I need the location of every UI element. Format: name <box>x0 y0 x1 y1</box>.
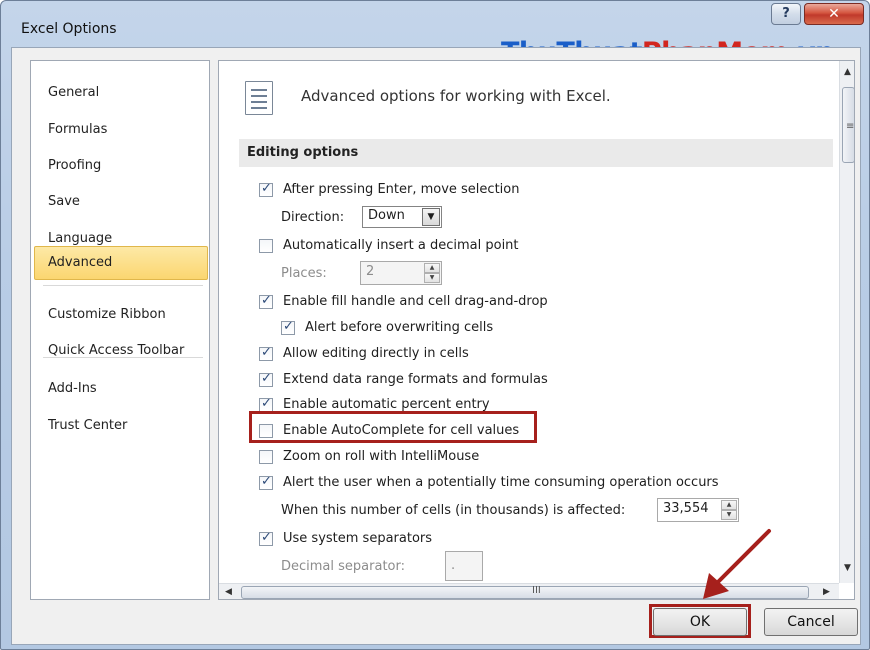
nav-item-quick-access-toolbar[interactable]: Quick Access Toolbar <box>31 335 209 367</box>
cells-threshold-label: When this number of cells (in thousands)… <box>281 503 626 518</box>
vertical-scrollbar[interactable]: ▲ ≡ ▼ <box>839 61 855 583</box>
extend-formats-label: Extend data range formats and formulas <box>283 372 548 387</box>
decimal-separator-value: . <box>451 558 456 573</box>
options-navigation: General Formulas Proofing Save Language … <box>30 60 210 600</box>
places-value: 2 <box>366 264 375 279</box>
alert-time-checkbox[interactable] <box>259 474 273 490</box>
autocomplete-checkbox[interactable] <box>259 424 273 438</box>
fill-handle-label: Enable fill handle and cell drag-and-dro… <box>283 294 548 309</box>
places-label: Places: <box>281 266 327 281</box>
excel-options-window: Excel Options ? ✕ ThuThuatPhanMem.vn Gen… <box>0 0 870 650</box>
document-list-icon <box>245 81 273 115</box>
advanced-options-panel: Advanced options for working with Excel.… <box>218 60 855 600</box>
edit-in-cells-checkbox[interactable] <box>259 345 273 361</box>
chevron-down-icon[interactable]: ▼ <box>422 208 440 226</box>
zoom-roll-checkbox[interactable] <box>259 450 273 464</box>
nav-item-formulas[interactable]: Formulas <box>31 114 209 146</box>
alert-overwrite-label: Alert before overwriting cells <box>305 320 494 335</box>
scroll-left-icon[interactable]: ◀ <box>225 587 232 597</box>
scroll-grip-icon: ≡ <box>846 121 855 132</box>
after-enter-checkbox[interactable] <box>259 181 273 197</box>
system-separators-label: Use system separators <box>283 531 433 546</box>
stepper-down-icon[interactable]: ▼ <box>721 510 737 520</box>
stepper-down-icon[interactable]: ▼ <box>424 273 440 283</box>
section-header-editing-options: Editing options <box>239 139 833 167</box>
nav-item-advanced[interactable]: Advanced <box>34 246 208 280</box>
zoom-roll-label: Zoom on roll with IntelliMouse <box>283 449 480 464</box>
extend-formats-checkbox[interactable] <box>259 371 273 387</box>
places-stepper[interactable]: 2 ▲ ▼ <box>360 261 442 285</box>
alert-overwrite-checkbox[interactable] <box>281 319 295 335</box>
after-enter-label: After pressing Enter, move selection <box>283 182 520 197</box>
nav-item-proofing[interactable]: Proofing <box>31 150 209 182</box>
alert-time-label: Alert the user when a potentially time c… <box>283 475 719 490</box>
scroll-down-icon[interactable]: ▼ <box>844 563 851 573</box>
cells-threshold-stepper[interactable]: 33,554 ▲ ▼ <box>657 498 739 522</box>
vertical-scroll-thumb[interactable]: ≡ <box>842 87 855 163</box>
decimal-separator-input[interactable]: . <box>445 551 483 581</box>
system-separators-checkbox[interactable] <box>259 530 273 546</box>
nav-item-save[interactable]: Save <box>31 186 209 218</box>
edit-in-cells-label: Allow editing directly in cells <box>283 346 469 361</box>
window-title: Excel Options <box>21 21 117 37</box>
cancel-button[interactable]: Cancel <box>764 608 858 636</box>
auto-decimal-checkbox[interactable] <box>259 239 273 253</box>
scroll-right-icon[interactable]: ▶ <box>823 587 830 597</box>
annotation-arrow-icon <box>703 529 771 599</box>
nav-separator <box>43 357 203 358</box>
nav-item-general[interactable]: General <box>31 77 209 109</box>
help-button[interactable]: ? <box>771 3 801 25</box>
scroll-up-icon[interactable]: ▲ <box>844 67 851 77</box>
stepper-up-icon[interactable]: ▲ <box>424 263 440 273</box>
close-button[interactable]: ✕ <box>804 3 864 25</box>
decimal-separator-label: Decimal separator: <box>281 559 405 574</box>
cells-threshold-value: 33,554 <box>663 501 709 516</box>
direction-select[interactable]: Down ▼ <box>362 206 442 228</box>
autocomplete-label: Enable AutoComplete for cell values <box>283 423 520 438</box>
scroll-grip-icon: III <box>532 585 541 596</box>
auto-decimal-label: Automatically insert a decimal point <box>283 238 519 253</box>
nav-item-customize-ribbon[interactable]: Customize Ribbon <box>31 299 209 331</box>
auto-percent-checkbox[interactable] <box>259 396 273 412</box>
direction-value: Down <box>368 208 405 223</box>
stepper-up-icon[interactable]: ▲ <box>721 500 737 510</box>
ok-button[interactable]: OK <box>653 608 747 636</box>
nav-item-trust-center[interactable]: Trust Center <box>31 410 209 442</box>
panel-heading: Advanced options for working with Excel. <box>301 87 611 105</box>
nav-separator <box>43 285 203 286</box>
direction-label: Direction: <box>281 210 345 225</box>
nav-item-add-ins[interactable]: Add-Ins <box>31 373 209 405</box>
fill-handle-checkbox[interactable] <box>259 293 273 309</box>
